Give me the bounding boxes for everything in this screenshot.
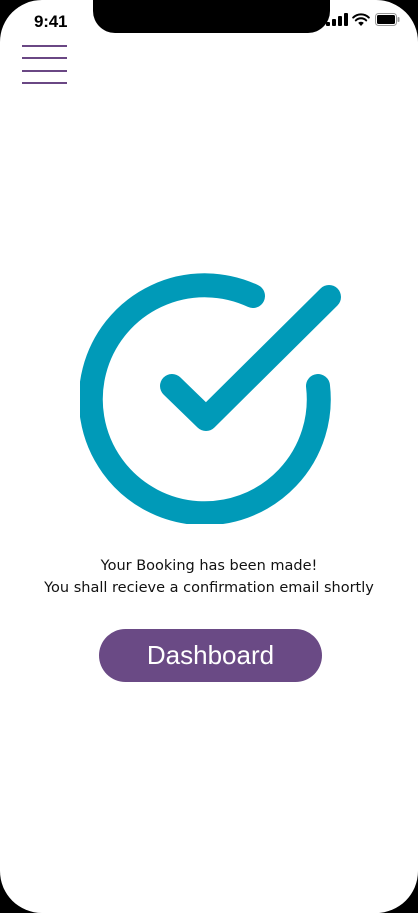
confirmation-message: Your Booking has been made! You shall re… (0, 555, 418, 599)
check-circle-icon (78, 272, 344, 526)
confirmation-line-2: You shall recieve a confirmation email s… (44, 580, 374, 596)
menu-line (22, 70, 67, 72)
confirmation-line-1: Your Booking has been made! (100, 558, 318, 574)
battery-icon (375, 13, 400, 26)
menu-line (22, 45, 67, 47)
phone-screen: 9:41 Your Booking has been made! You sha… (0, 0, 418, 913)
dashboard-button[interactable]: Dashboard (99, 629, 322, 682)
status-icons (326, 12, 400, 28)
hamburger-menu-icon[interactable] (22, 44, 68, 86)
device-notch (93, 0, 330, 33)
signal-icon (326, 13, 348, 26)
menu-line (22, 82, 67, 84)
menu-line (22, 57, 67, 59)
status-time: 9:41 (34, 12, 68, 31)
wifi-icon (352, 13, 370, 26)
